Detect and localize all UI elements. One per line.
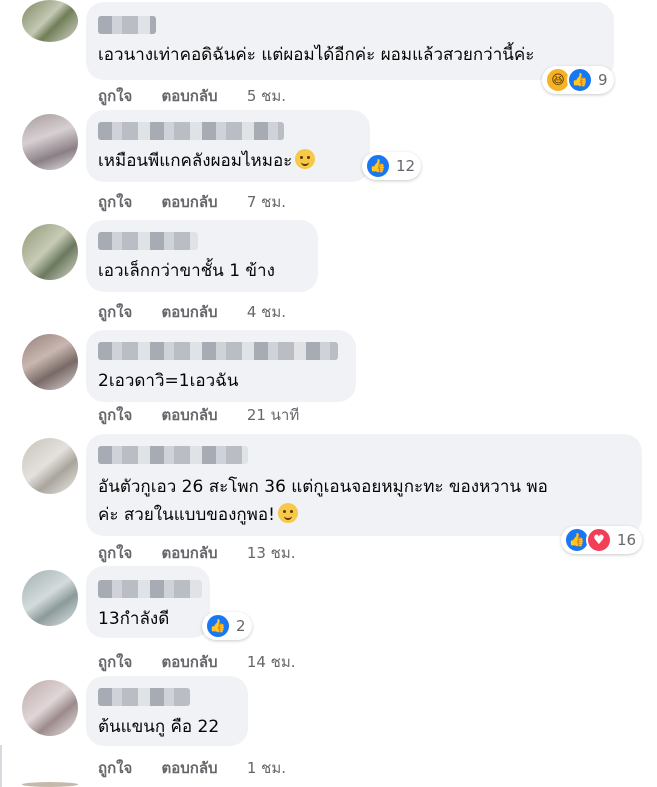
like-button[interactable]: ถูกใจ <box>98 544 132 562</box>
comment-bubble: อันตัวกูเอว 26 สะโพก 36 แต่กูเอนจอยหมูกะ… <box>86 434 642 536</box>
comment-text: 13กำลังดี <box>98 609 170 629</box>
avatar[interactable] <box>22 114 78 170</box>
reaction-summary[interactable]: 👍 12 <box>362 152 422 180</box>
like-button[interactable]: ถูกใจ <box>98 406 132 424</box>
reply-button[interactable]: ตอบกลับ <box>162 544 218 562</box>
comment-actions: ถูกใจ ตอบกลับ 1 ชม. <box>98 756 310 780</box>
avatar[interactable] <box>22 680 78 736</box>
reply-button[interactable]: ตอบกลับ <box>162 653 218 671</box>
comment-text: ต้นแขนกู คือ 22 <box>98 717 220 737</box>
avatar[interactable] <box>22 438 78 494</box>
love-icon: ♥ <box>586 527 612 553</box>
avatar[interactable] <box>22 224 78 280</box>
timestamp[interactable]: 13 ชม. <box>247 544 296 562</box>
comment-actions: ถูกใจ ตอบกลับ 4 ชม. <box>98 300 310 324</box>
reply-button[interactable]: ตอบกลับ <box>162 87 218 105</box>
like-button[interactable]: ถูกใจ <box>98 193 132 211</box>
author-name[interactable] <box>98 446 248 464</box>
timestamp[interactable]: 7 ชม. <box>247 193 286 211</box>
reply-button[interactable]: ตอบกลับ <box>162 759 218 777</box>
author-name[interactable] <box>98 688 190 706</box>
timestamp[interactable]: 14 ชม. <box>247 653 296 671</box>
comment-actions: ถูกใจ ตอบกลับ 14 ชม. <box>98 650 320 674</box>
author-name[interactable] <box>98 16 156 34</box>
reply-button[interactable]: ตอบกลับ <box>162 193 218 211</box>
reaction-count: 16 <box>617 531 637 549</box>
comment-text-line-1: อันตัวกูเอว 26 สะโพก 36 แต่กูเอนจอยหมูกะ… <box>98 477 548 497</box>
author-name[interactable] <box>98 122 284 140</box>
comment-text: เหมือนพีแกคลังผอมไหมอะ <box>98 146 316 176</box>
reaction-summary[interactable]: 😆 👍 9 <box>542 66 614 94</box>
smiling-emoji-icon <box>277 503 298 523</box>
like-icon: 👍 <box>567 67 593 93</box>
avatar[interactable] <box>22 782 78 787</box>
reaction-count: 2 <box>236 617 246 635</box>
timestamp[interactable]: 5 ชม. <box>247 87 286 105</box>
like-button[interactable]: ถูกใจ <box>98 87 132 105</box>
avatar[interactable] <box>22 570 78 626</box>
reply-button[interactable]: ตอบกลับ <box>162 303 218 321</box>
like-button[interactable]: ถูกใจ <box>98 303 132 321</box>
timestamp[interactable]: 1 ชม. <box>247 759 286 777</box>
like-icon: 👍 <box>365 153 391 179</box>
comment-text: 2เอวดาวิ=1เอวฉัน <box>98 371 239 391</box>
comment-actions: ถูกใจ ตอบกลับ 7 ชม. <box>98 190 310 214</box>
comment-actions: ถูกใจ ตอบกลับ 13 ชม. <box>98 541 320 565</box>
reaction-count: 12 <box>396 157 416 175</box>
like-button[interactable]: ถูกใจ <box>98 653 132 671</box>
avatar[interactable] <box>22 334 78 390</box>
comment-bubble: 13กำลังดี <box>86 566 210 638</box>
comment-text: เอวนางเท่าคอดิฉันค่ะ แต่ผอมได้อีกค่ะ ผอม… <box>98 45 535 65</box>
comment-text-line-2: ค่ะ สวยในแบบของกูพอ! <box>98 500 298 530</box>
reply-button[interactable]: ตอบกลับ <box>162 406 218 424</box>
comment-text: เอวเล็กกว่าขาชั้น 1 ข้าง <box>98 261 275 281</box>
comment-bubble: เหมือนพีแกคลังผอมไหมอะ <box>86 110 370 182</box>
timestamp[interactable]: 4 ชม. <box>247 303 286 321</box>
author-name[interactable] <box>98 232 198 250</box>
comment-actions: ถูกใจ ตอบกลับ 21 นาที <box>98 403 323 427</box>
comment-bubble: เอวเล็กกว่าขาชั้น 1 ข้าง <box>86 220 318 292</box>
reaction-count: 9 <box>598 71 608 89</box>
author-name[interactable] <box>98 580 202 598</box>
author-name[interactable] <box>98 342 338 360</box>
comment-bubble: เอวนางเท่าคอดิฉันค่ะ แต่ผอมได้อีกค่ะ ผอม… <box>86 2 614 80</box>
reaction-summary[interactable]: 👍 ♥ 16 <box>561 526 643 554</box>
like-button[interactable]: ถูกใจ <box>98 759 132 777</box>
reaction-summary[interactable]: 👍 2 <box>202 612 252 640</box>
like-icon: 👍 <box>205 613 231 639</box>
thread-line <box>0 745 2 787</box>
timestamp[interactable]: 21 นาที <box>247 406 299 424</box>
comment-actions: ถูกใจ ตอบกลับ 5 ชม. <box>98 84 310 108</box>
thinking-emoji-icon <box>295 149 316 169</box>
comment-bubble: ต้นแขนกู คือ 22 <box>86 676 248 746</box>
avatar[interactable] <box>22 0 78 42</box>
comment-bubble: 2เอวดาวิ=1เอวฉัน <box>86 330 356 402</box>
